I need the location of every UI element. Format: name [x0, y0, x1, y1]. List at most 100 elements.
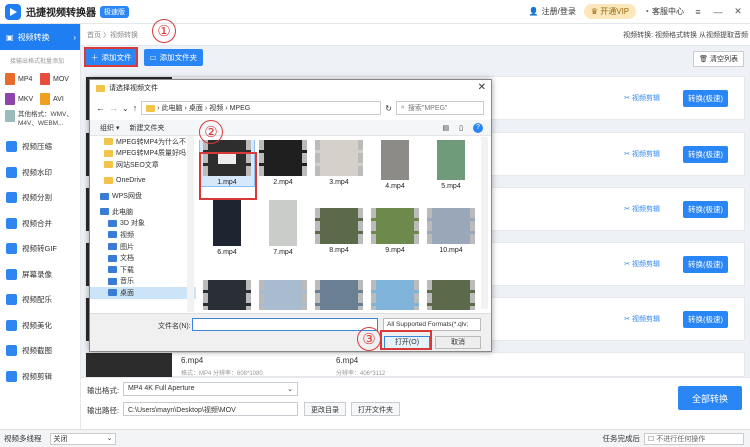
- sidebar-item-video-convert[interactable]: ▣ 视频转换 ›: [0, 24, 80, 50]
- video-thumbnail: [315, 140, 363, 176]
- output-path-input[interactable]: C:\Users\mayn\Desktop\视频\MOV: [123, 402, 298, 416]
- file-tile[interactable]: [368, 280, 422, 310]
- format-mov[interactable]: MOV: [40, 72, 75, 86]
- nav-item[interactable]: 图片: [90, 241, 196, 253]
- close-icon[interactable]: ✕: [732, 6, 744, 17]
- sidebar-item-screenshot[interactable]: 视频截图: [0, 338, 80, 364]
- search-input[interactable]: ⌕ 搜索"MPEG": [395, 101, 484, 115]
- navigation-pane: MPEG转MP4为什么不 MPEG转MP4质量好吗 网站SEO文章 OneDri…: [90, 136, 196, 311]
- file-tile[interactable]: [200, 280, 254, 310]
- row-edit-button[interactable]: ✂ 视频剪辑: [624, 204, 660, 214]
- file-tile-10[interactable]: 10.mp4: [424, 208, 478, 254]
- file-tile[interactable]: [256, 280, 310, 310]
- nav-item-wps[interactable]: WPS网盘: [90, 190, 196, 202]
- folder-icon: ▭: [149, 52, 157, 62]
- minimize-icon[interactable]: —: [712, 7, 724, 17]
- file-tile-6[interactable]: 6.mp4: [200, 200, 254, 256]
- row-edit-button[interactable]: ✂ 视频剪辑: [624, 314, 660, 324]
- address-bar[interactable]: › 此电脑 › 桌面 › 视频 › MPEG: [141, 101, 382, 115]
- video-thumbnail: [427, 208, 475, 244]
- preview-pane-icon[interactable]: ▯: [459, 124, 463, 132]
- sidebar-item-record[interactable]: 屏幕录像: [0, 262, 80, 288]
- video-thumbnail: [381, 140, 409, 180]
- change-dir-button[interactable]: 更改目录: [304, 402, 346, 416]
- file-tile-7[interactable]: 7.mp4: [256, 200, 310, 256]
- app-title: 迅捷视频转换器: [26, 8, 96, 19]
- sidebar-item-watermark[interactable]: 视频水印: [0, 160, 80, 186]
- convert-all-button[interactable]: 全部转换: [678, 386, 742, 410]
- sidebar-item-music[interactable]: 视频配乐: [0, 287, 80, 313]
- sidebar-item-compress[interactable]: 视频压缩: [0, 134, 80, 160]
- nav-item[interactable]: 音乐: [90, 276, 196, 288]
- file-tile-9[interactable]: 9.mp4: [368, 208, 422, 254]
- nav-item[interactable]: MPEG转MP4为什么不: [90, 136, 196, 148]
- row-convert-button[interactable]: 转换(极速): [683, 201, 728, 218]
- row-edit-button[interactable]: ✂ 视频剪辑: [624, 93, 660, 103]
- help-icon[interactable]: ?: [473, 122, 483, 133]
- nav-item[interactable]: MPEG转MP4质量好吗: [90, 148, 196, 160]
- service-button[interactable]: ◔ 客服中心: [644, 6, 684, 17]
- output-format-select[interactable]: MP4 4K Full Aperture ⌄: [123, 382, 298, 396]
- clear-list-button[interactable]: 🗑 清空列表: [693, 51, 744, 67]
- menu-icon[interactable]: ≡: [692, 7, 704, 17]
- nav-item[interactable]: 下载: [90, 264, 196, 276]
- add-folder-button[interactable]: ▭ 添加文件夹: [143, 48, 204, 66]
- nav-scrollbar[interactable]: [187, 136, 194, 312]
- open-folder-button[interactable]: 打开文件夹: [351, 402, 400, 416]
- nav-item-onedrive[interactable]: OneDrive: [90, 175, 196, 187]
- sidebar-item-split[interactable]: 视频分割: [0, 185, 80, 211]
- up-icon[interactable]: ↑: [133, 103, 138, 113]
- vip-button[interactable]: ♛ 开通VIP: [583, 4, 637, 19]
- format-avi[interactable]: AVI: [40, 92, 75, 106]
- music-icon: [6, 294, 17, 306]
- view-icon[interactable]: ▤: [443, 124, 450, 132]
- after-task-select[interactable]: ☐ 不进行任何操作: [644, 432, 744, 445]
- sidebar-item-beautify[interactable]: 视频美化: [0, 313, 80, 339]
- organize-button[interactable]: 组织 ▾: [100, 123, 119, 133]
- nav-item-thispc[interactable]: 此电脑: [90, 206, 196, 218]
- nav-item[interactable]: 3D 对象: [90, 218, 196, 230]
- multithread-select[interactable]: 关闭 ⌄: [49, 432, 116, 445]
- edit-icon: [6, 370, 17, 382]
- dialog-close-icon[interactable]: ✕: [478, 82, 486, 93]
- row-convert-button[interactable]: 转换(极速): [683, 146, 728, 163]
- forward-icon[interactable]: →: [109, 103, 118, 113]
- format-mp4[interactable]: MP4: [5, 72, 40, 86]
- filename-input[interactable]: [192, 318, 378, 331]
- user-icon: 👤: [528, 7, 539, 16]
- row-convert-button[interactable]: 转换(极速): [683, 311, 728, 328]
- new-folder-button[interactable]: 新建文件夹: [129, 123, 164, 133]
- nav-item[interactable]: 视频: [90, 229, 196, 241]
- sidebar-item-gif[interactable]: 视频转GIF: [0, 236, 80, 262]
- row-edit-button[interactable]: ✂ 视频剪辑: [624, 149, 660, 159]
- file-tile[interactable]: [312, 280, 366, 310]
- refresh-icon[interactable]: ↻: [385, 104, 392, 113]
- nav-item[interactable]: 网站SEO文章: [90, 159, 196, 171]
- file-dialog: 请选择视频文件 ✕ ← → ⌄ ↑ › 此电脑 › 桌面 › 视频 › MPEG…: [89, 79, 492, 352]
- recent-icon[interactable]: ⌄: [122, 104, 129, 113]
- row-convert-button[interactable]: 转换(极速): [683, 256, 728, 273]
- cancel-button[interactable]: 取消: [435, 336, 481, 349]
- row-convert-button[interactable]: 转换(极速): [683, 90, 728, 107]
- file-scrollbar[interactable]: [481, 137, 488, 309]
- login-button[interactable]: 👤 注册/登录: [529, 6, 576, 17]
- nav-item-desktop[interactable]: 桌面: [90, 287, 196, 299]
- format-other[interactable]: 其他格式：WMV、M4V、WEBM...: [0, 108, 80, 128]
- sidebar-item-edit[interactable]: 视频剪辑: [0, 364, 80, 390]
- row-edit-button[interactable]: ✂ 视频剪辑: [624, 259, 660, 269]
- sidebar-item-merge[interactable]: 视频合并: [0, 211, 80, 237]
- beautify-icon: [6, 319, 17, 331]
- row-filename: 6.mp4: [181, 356, 204, 365]
- file-tile-8[interactable]: 8.mp4: [312, 208, 366, 254]
- file-tile-3[interactable]: 3.mp4: [312, 140, 366, 186]
- callout-1: ①: [152, 19, 176, 43]
- format-mkv[interactable]: MKV: [5, 92, 40, 106]
- file-tile[interactable]: [424, 280, 478, 310]
- nav-item[interactable]: 文档: [90, 252, 196, 264]
- dialog-title-bar: 请选择视频文件: [90, 80, 491, 96]
- highlight-file-1: [199, 152, 257, 200]
- file-tile-4[interactable]: 4.mp4: [368, 140, 422, 190]
- file-tile-5[interactable]: 5.mp4: [424, 140, 478, 190]
- back-icon[interactable]: ←: [96, 103, 105, 113]
- file-tile-2[interactable]: 2.mp4: [256, 140, 310, 186]
